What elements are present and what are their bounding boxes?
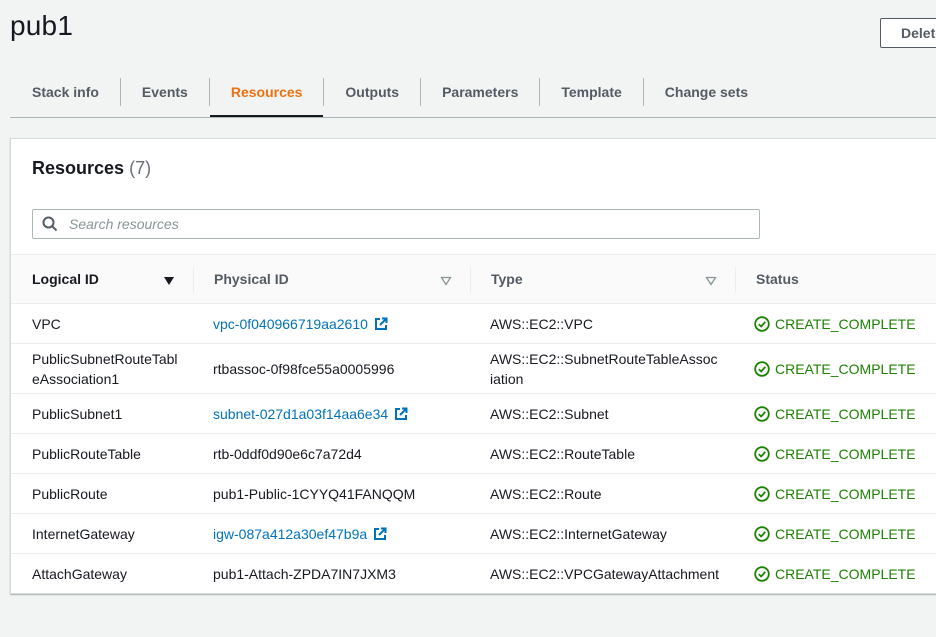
check-circle-icon [754, 485, 770, 502]
logical-id-cell: PublicRoute [32, 485, 108, 502]
status-text: CREATE_COMPLETE [775, 566, 916, 582]
type-cell: AWS::EC2::Subnet [490, 405, 609, 422]
search-box [32, 209, 760, 239]
status-badge: CREATE_COMPLETE [754, 404, 916, 424]
page-title: pub1 [10, 10, 74, 41]
status-badge: CREATE_COMPLETE [754, 564, 916, 584]
tab-change-sets[interactable]: Change sets [644, 68, 769, 116]
status-badge: CREATE_COMPLETE [754, 524, 916, 544]
column-header-type[interactable]: Type [491, 255, 523, 303]
logical-id-cell: VPC [32, 315, 61, 332]
check-circle-icon [754, 566, 770, 582]
table-row: PublicSubnetRouteTableAssociation1 rtbas… [11, 344, 936, 394]
physical-id-cell: rtb-0ddf0d90e6c7a72d4 [213, 445, 362, 462]
physical-id-cell: pub1-Public-1CYYQ41FANQQM [213, 485, 416, 502]
status-badge: CREATE_COMPLETE [754, 314, 916, 334]
column-header-physical-id[interactable]: Physical ID [214, 255, 289, 303]
logical-id-cell: PublicSubnetRouteTableAssociation1 [32, 350, 178, 387]
table-row: AttachGateway pub1-Attach-ZPDA7IN7JXM3 A… [11, 554, 936, 594]
tab-bar: Stack info Events Resources Outputs Para… [10, 68, 936, 118]
tab-template[interactable]: Template [540, 68, 642, 116]
status-text: CREATE_COMPLETE [775, 360, 916, 377]
tab-resources[interactable]: Resources [209, 68, 324, 117]
table-row: PublicSubnet1 subnet-027d1a03f14aa6e34 A… [11, 394, 936, 434]
tab-stack-info[interactable]: Stack info [10, 68, 120, 116]
logical-id-cell: InternetGateway [32, 525, 135, 542]
tab-outputs[interactable]: Outputs [324, 68, 420, 116]
logical-id-cell: PublicRouteTable [32, 445, 141, 462]
column-divider [470, 267, 471, 292]
column-header-status[interactable]: Status [756, 255, 799, 303]
type-cell: AWS::EC2::RouteTable [490, 445, 635, 462]
panel-title: Resources [32, 158, 125, 178]
physical-id-text: vpc-0f040966719aa2610 [213, 315, 368, 332]
type-cell: AWS::EC2::VPC [490, 315, 593, 332]
physical-id-cell: rtbassoc-0f98fce55a0005996 [213, 360, 395, 377]
type-cell: AWS::EC2::VPCGatewayAttachment [490, 566, 720, 582]
panel-header: Resources (7) [32, 158, 151, 179]
search-input[interactable] [67, 215, 759, 233]
delete-button[interactable]: Delete [880, 18, 936, 48]
resource-count: (7) [129, 158, 152, 178]
status-text: CREATE_COMPLETE [775, 445, 916, 462]
column-divider [193, 267, 194, 292]
physical-id-text: subnet-027d1a03f14aa6e34 [213, 405, 389, 422]
physical-id-link[interactable]: igw-087a412a30ef47b9a [213, 524, 387, 544]
table-header: Logical ID Physical ID Type Status [11, 254, 936, 304]
caret-down-icon[interactable] [163, 273, 175, 291]
tab-parameters[interactable]: Parameters [421, 68, 539, 116]
check-circle-icon [754, 360, 770, 377]
external-link-icon[interactable] [394, 407, 408, 421]
status-badge: CREATE_COMPLETE [754, 484, 916, 504]
type-cell: AWS::EC2::SubnetRouteTableAssociation [490, 350, 718, 387]
physical-id-link[interactable]: subnet-027d1a03f14aa6e34 [213, 404, 408, 424]
column-divider [735, 267, 736, 292]
search-icon [33, 216, 67, 232]
physical-id-link[interactable]: vpc-0f040966719aa2610 [213, 314, 388, 334]
table-row: VPC vpc-0f040966719aa2610 AWS::EC2::VPC … [11, 304, 936, 344]
status-text: CREATE_COMPLETE [775, 405, 916, 422]
status-badge: CREATE_COMPLETE [754, 444, 916, 464]
type-cell: AWS::EC2::Route [490, 485, 602, 502]
status-text: CREATE_COMPLETE [775, 485, 916, 502]
tab-events[interactable]: Events [121, 68, 209, 116]
check-circle-icon [754, 315, 770, 332]
external-link-icon[interactable] [374, 317, 388, 331]
caret-down-outline-icon[interactable] [440, 273, 452, 291]
external-link-icon[interactable] [373, 527, 387, 541]
check-circle-icon [754, 445, 770, 462]
check-circle-icon [754, 525, 770, 542]
status-text: CREATE_COMPLETE [775, 315, 916, 332]
physical-id-text: igw-087a412a30ef47b9a [213, 525, 368, 542]
table-row: PublicRouteTable rtb-0ddf0d90e6c7a72d4 A… [11, 434, 936, 474]
logical-id-cell: AttachGateway [32, 566, 127, 582]
type-cell: AWS::EC2::InternetGateway [490, 525, 667, 542]
table-row: InternetGateway igw-087a412a30ef47b9a AW… [11, 514, 936, 554]
table-row: PublicRoute pub1-Public-1CYYQ41FANQQM AW… [11, 474, 936, 514]
physical-id-cell: pub1-Attach-ZPDA7IN7JXM3 [213, 566, 396, 582]
check-circle-icon [754, 405, 770, 422]
resources-table: Logical ID Physical ID Type Status VPC v… [11, 254, 936, 594]
logical-id-cell: PublicSubnet1 [32, 405, 123, 422]
status-badge: CREATE_COMPLETE [754, 359, 916, 379]
column-header-logical-id[interactable]: Logical ID [32, 255, 99, 303]
caret-down-outline-icon[interactable] [705, 273, 717, 291]
resources-panel: Resources (7) Logical ID Physical ID Typ… [10, 138, 936, 594]
status-text: CREATE_COMPLETE [775, 525, 916, 542]
